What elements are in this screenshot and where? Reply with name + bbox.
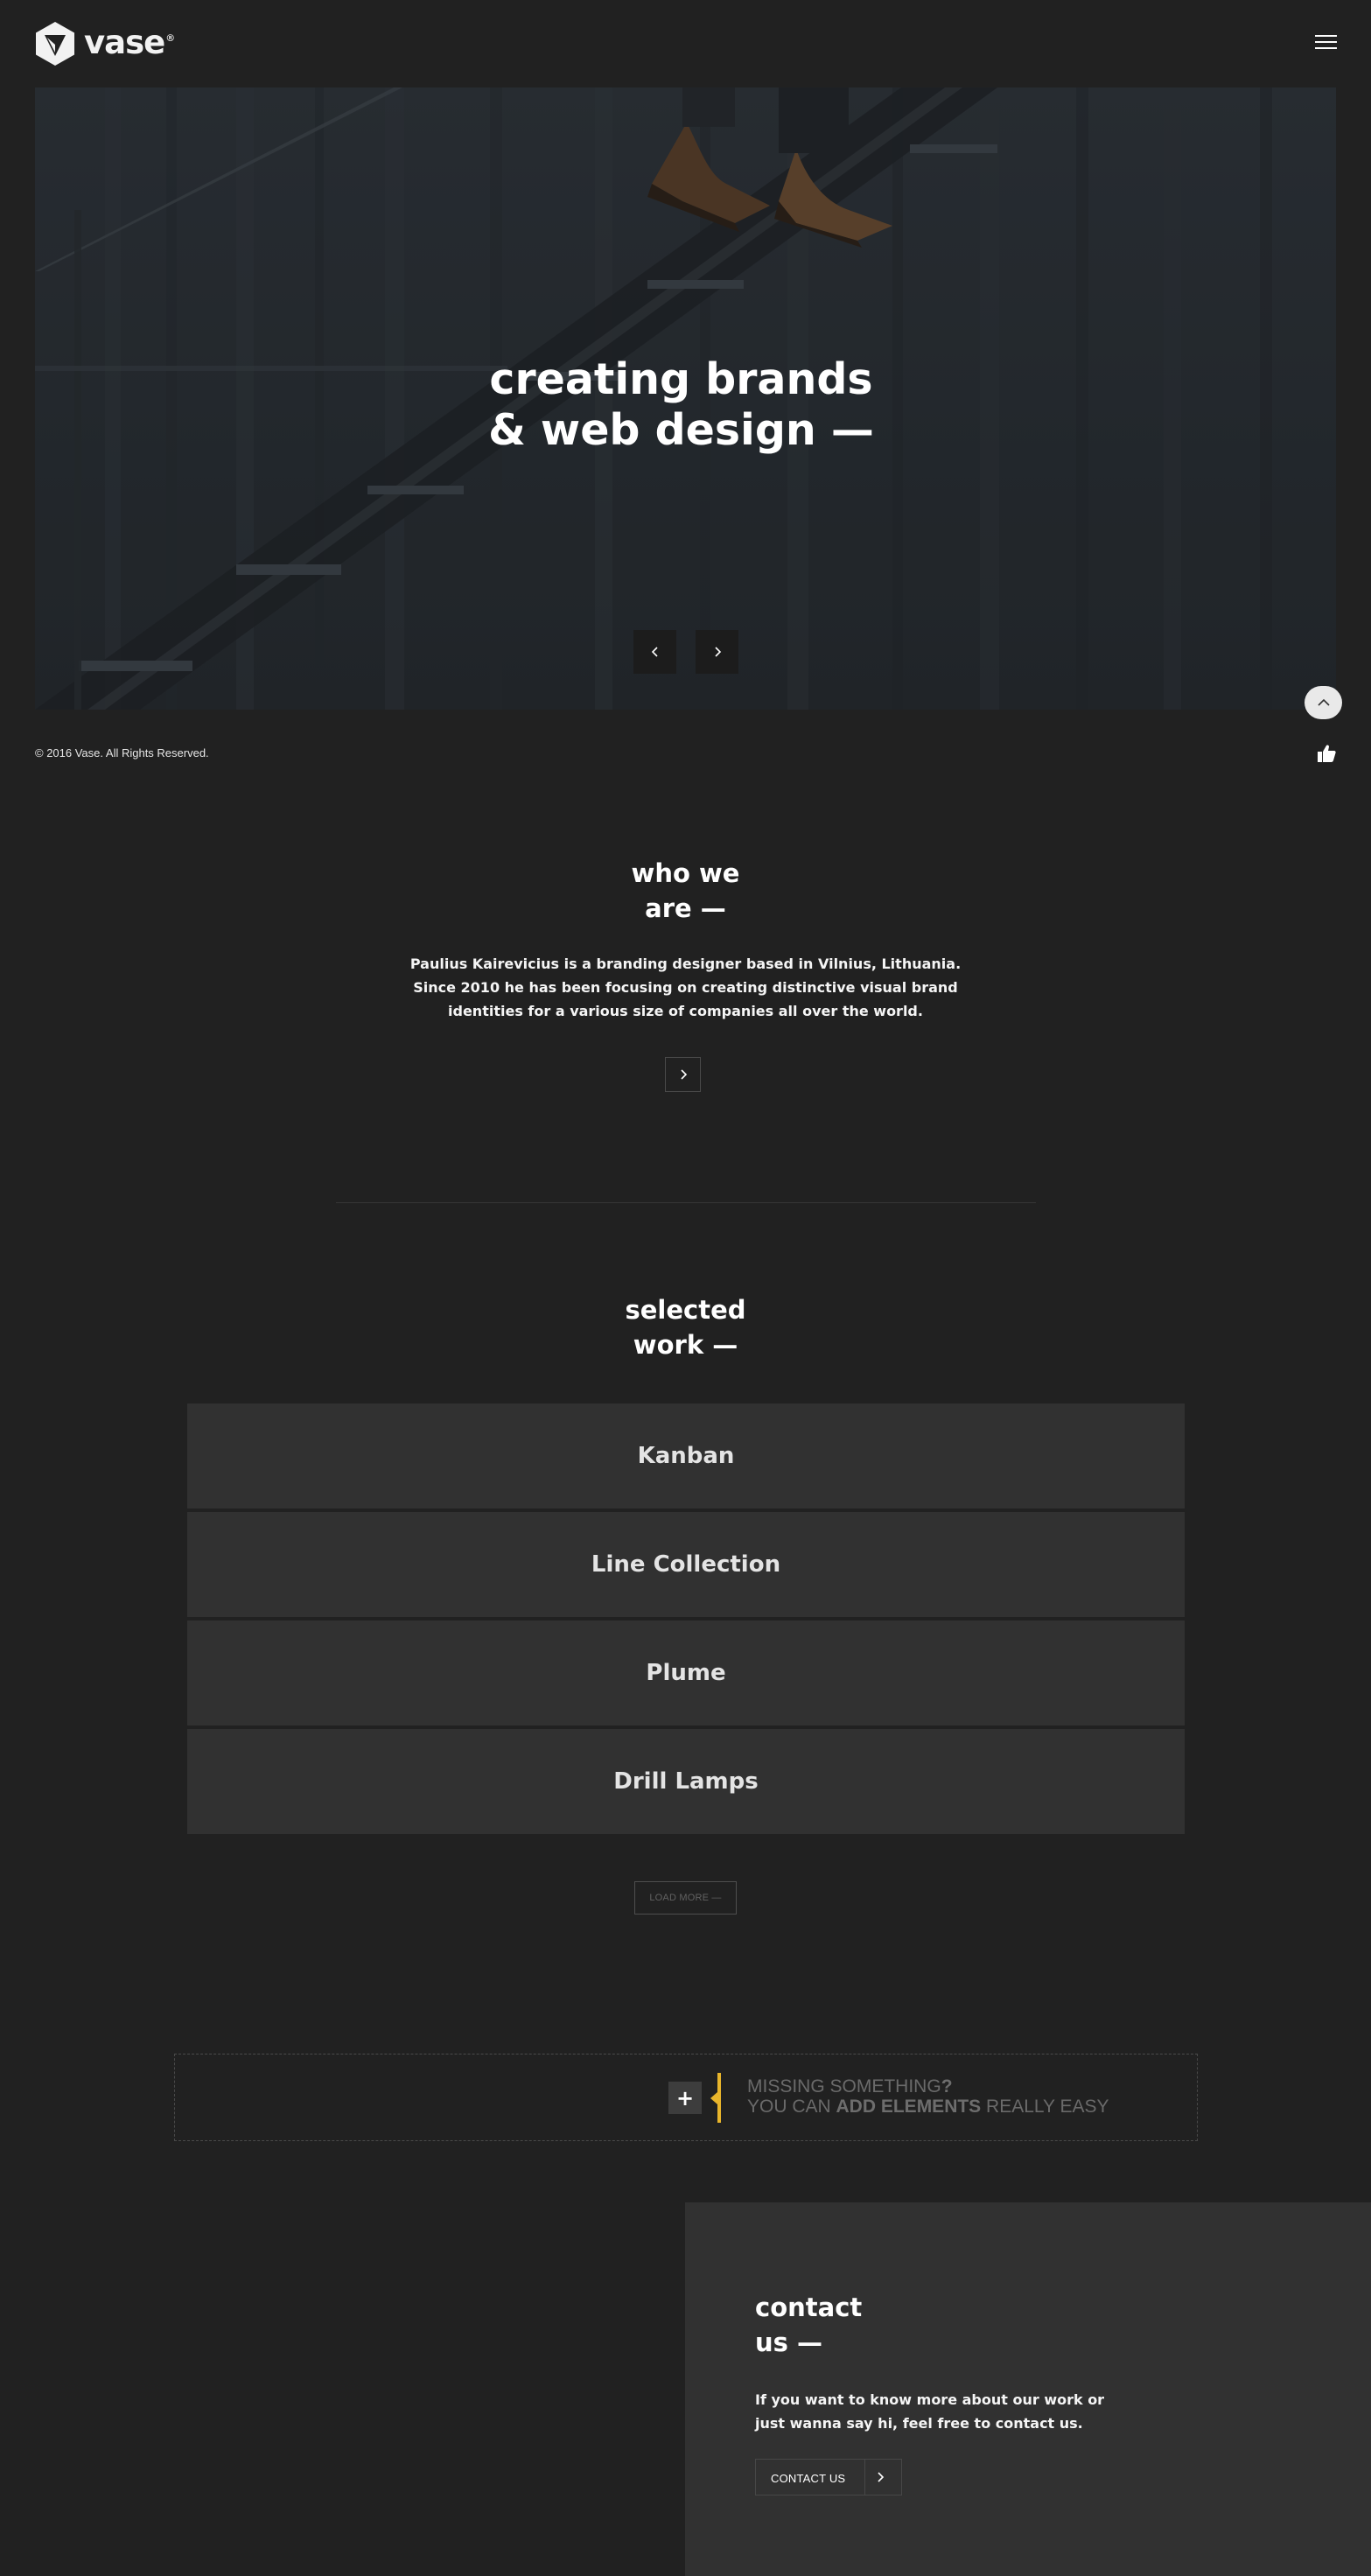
work-item-drill-lamps[interactable]: Drill Lamps <box>187 1729 1185 1834</box>
contact-us-label: CONTACT US <box>771 2472 846 2485</box>
contact-section: contact us — If you want to know more ab… <box>685 2202 1371 2576</box>
add-elements-area: + MISSING SOMETHING? YOU CAN ADD ELEMENT… <box>174 2054 1198 2141</box>
about-text: Paulius Kairevicius is a branding design… <box>409 956 962 1019</box>
site-header: vase® <box>0 0 1371 88</box>
slider-prev-button[interactable] <box>633 630 676 674</box>
copyright-text: © 2016 Vase. All Rights Reserved. <box>35 746 209 760</box>
button-separator <box>864 2460 865 2495</box>
contact-title: contact us — <box>755 2292 863 2357</box>
hero-slider: creating brands & web design — <box>35 88 1336 710</box>
hamburger-menu-icon[interactable] <box>1315 35 1337 52</box>
add-element-button[interactable]: + <box>668 2082 702 2114</box>
vase-logo-icon <box>36 22 74 66</box>
work-item-kanban[interactable]: Kanban <box>187 1404 1185 1508</box>
accent-marker <box>710 2073 721 2123</box>
about-more-button[interactable] <box>665 1057 701 1092</box>
about-title: who we are — <box>631 858 740 923</box>
plus-icon: + <box>675 2085 695 2110</box>
chevron-up-icon <box>1317 698 1330 706</box>
work-item-line-collection[interactable]: Line Collection <box>187 1512 1185 1617</box>
chevron-right-icon <box>878 2472 885 2482</box>
hero-title: creating brands & web design — <box>488 354 874 455</box>
chevron-right-icon <box>714 647 721 657</box>
load-more-button[interactable]: LOAD MORE — <box>634 1881 737 1914</box>
logo[interactable]: vase® <box>35 21 175 66</box>
contact-us-button[interactable]: CONTACT US <box>755 2459 902 2496</box>
slider-next-button[interactable] <box>696 630 738 674</box>
add-elements-text: MISSING SOMETHING? YOU CAN ADD ELEMENTS … <box>747 2076 1109 2117</box>
thumbs-up-icon[interactable] <box>1317 744 1336 763</box>
work-title: selected work — <box>625 1295 746 1360</box>
chevron-right-icon <box>680 1069 687 1080</box>
contact-text: If you want to know more about our work … <box>755 2391 1105 2432</box>
chevron-left-icon <box>651 647 658 657</box>
work-item-plume[interactable]: Plume <box>187 1620 1185 1726</box>
logo-text: vase® <box>84 23 175 61</box>
section-divider <box>336 1202 1036 1203</box>
scroll-to-top-button[interactable] <box>1305 686 1342 719</box>
